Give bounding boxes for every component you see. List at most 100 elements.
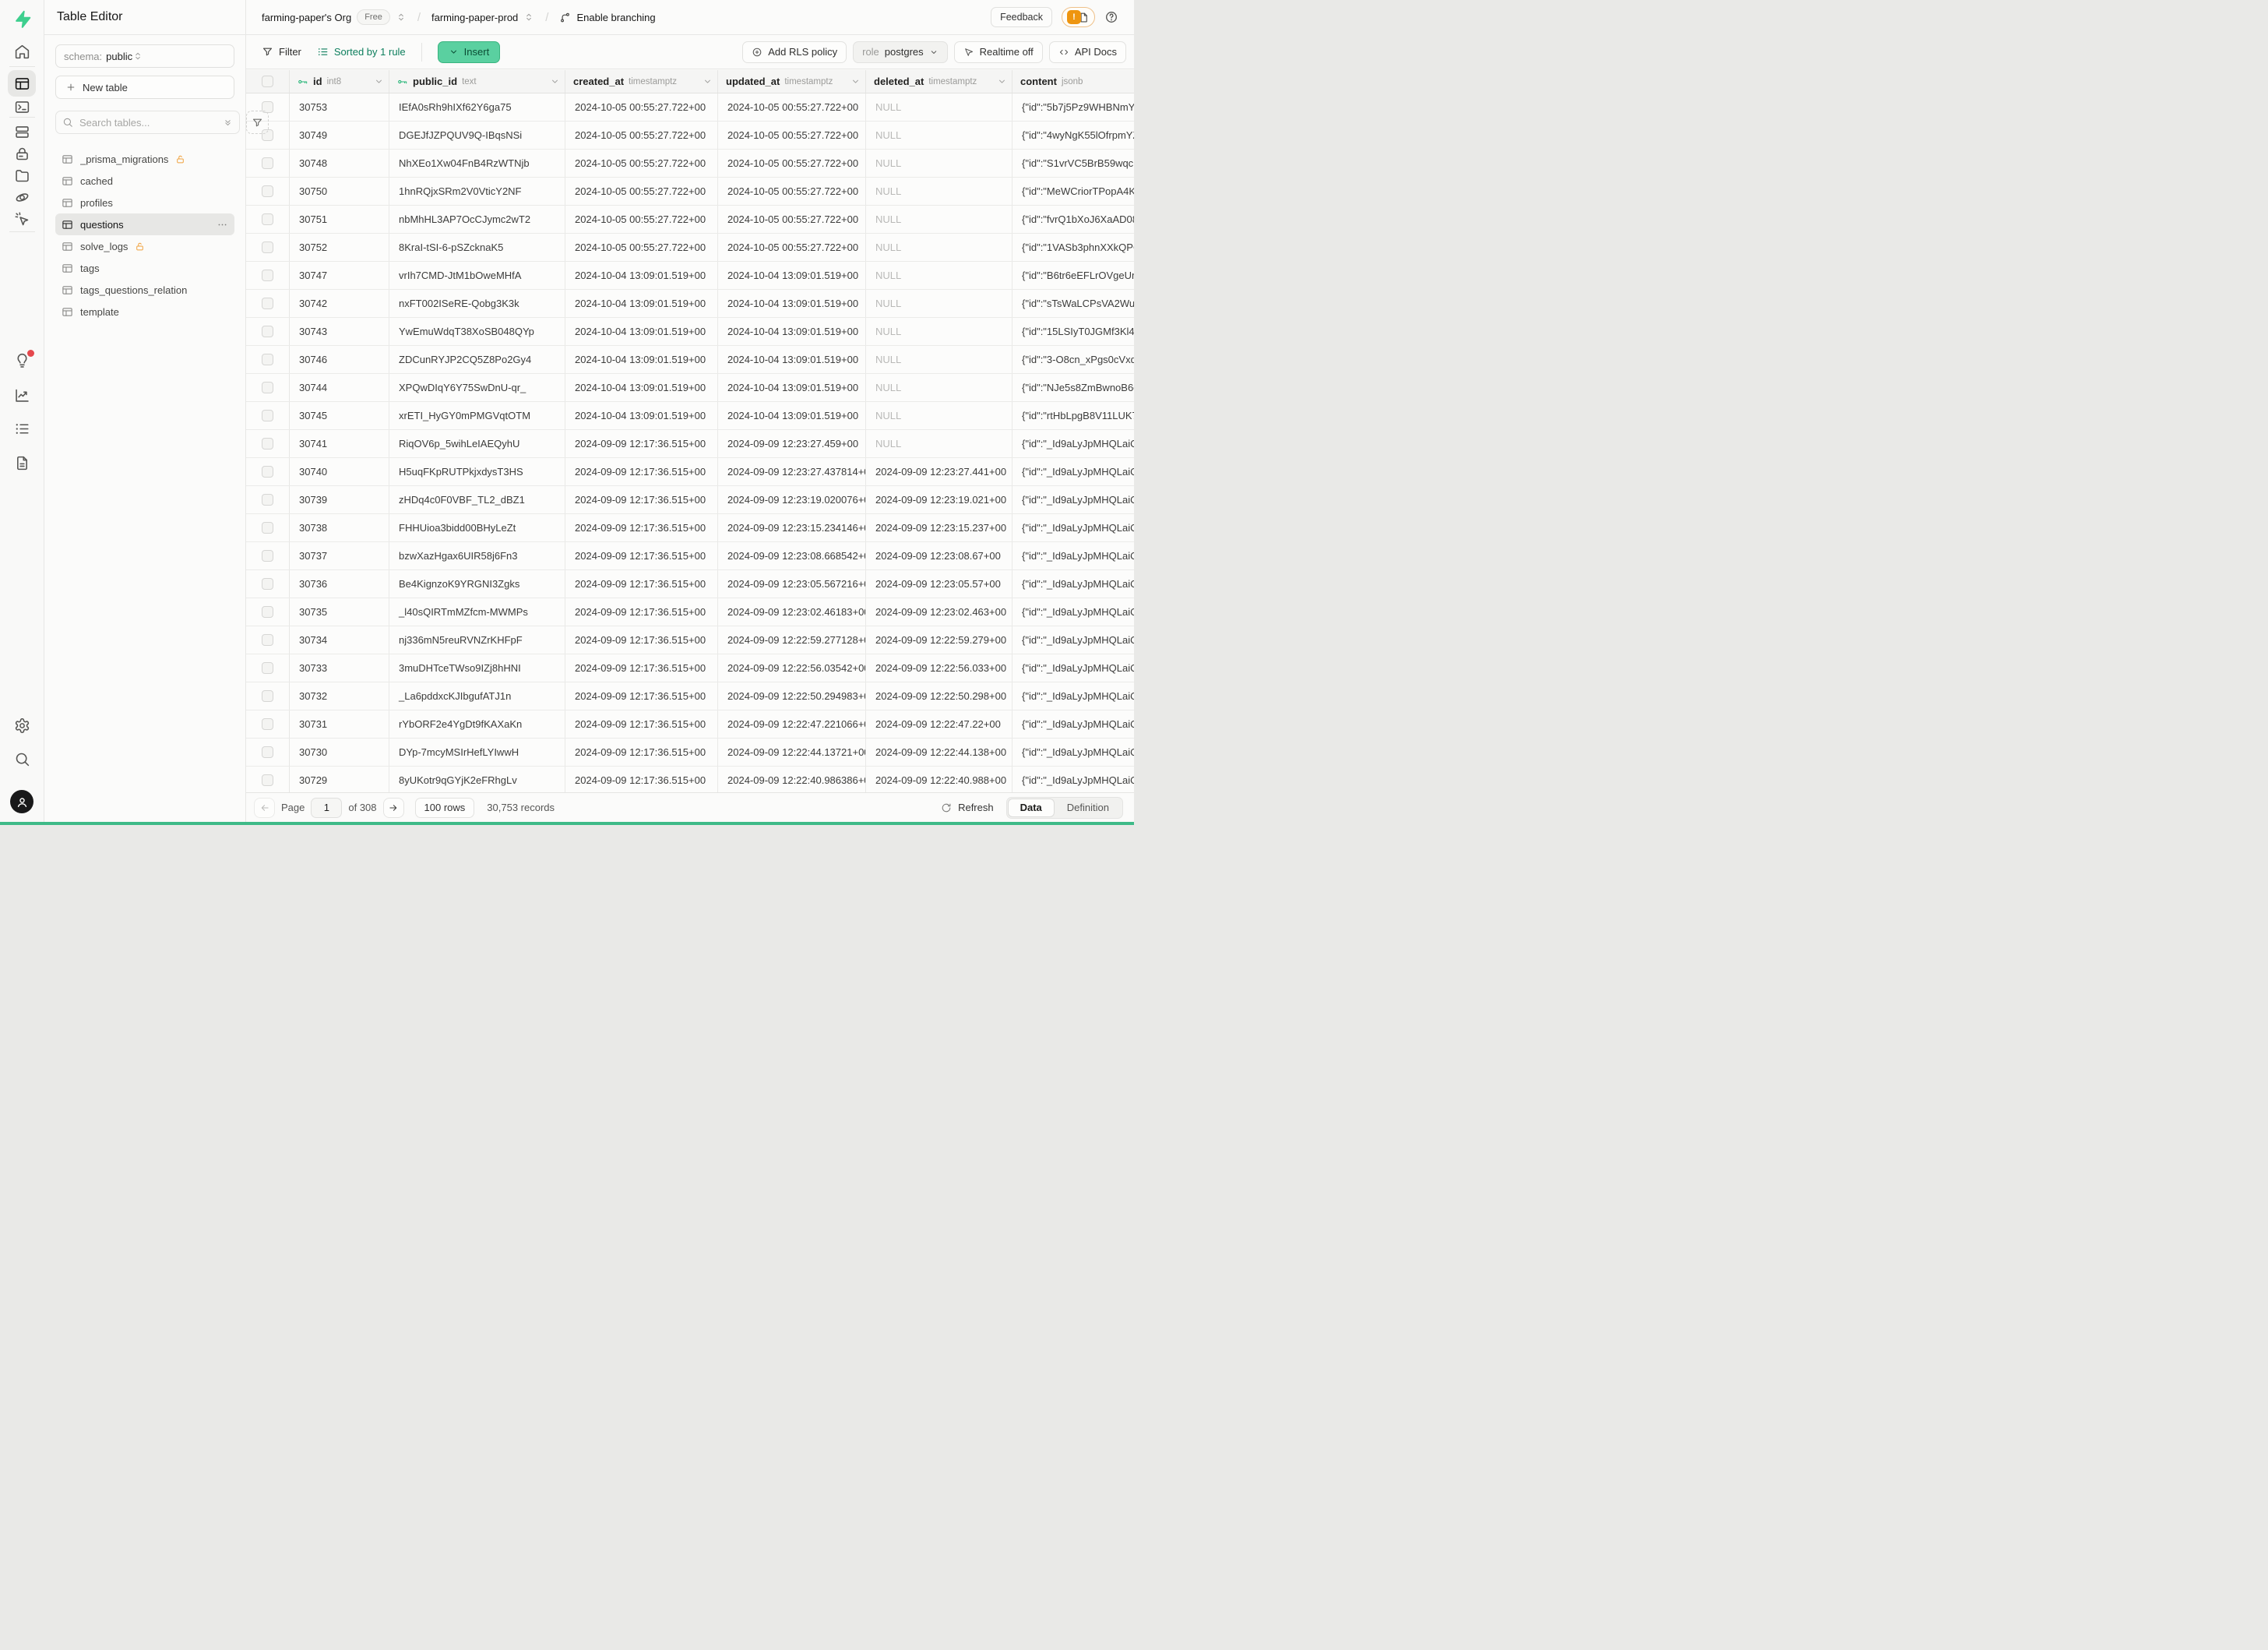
cell-updated_at[interactable]: 2024-10-05 00:55:27.722+00 — [718, 93, 866, 121]
row-checkbox[interactable] — [262, 185, 273, 197]
cell-content[interactable]: {"id":"fvrQ1bXoJ6XaAD08G — [1012, 206, 1134, 233]
cell-public_id[interactable]: FHHUioa3bidd00BHyLeZt — [389, 514, 565, 541]
cell-public_id[interactable]: 3muDHTceTWso9IZj8hHNI — [389, 654, 565, 682]
column-header-deleted_at[interactable]: deleted_attimestamptz — [866, 70, 1012, 93]
cell-content[interactable]: {"id":"_Id9aLyJpMHQLaiQC — [1012, 739, 1134, 766]
cell-public_id[interactable]: _l40sQIRTmMZfcm-MWMPs — [389, 598, 565, 626]
cell-created_at[interactable]: 2024-09-09 12:17:36.515+00 — [565, 598, 718, 626]
cell-content[interactable]: {"id":"_Id9aLyJpMHQLaiQC — [1012, 598, 1134, 626]
cell-deleted_at[interactable]: NULL — [866, 374, 1012, 401]
cell-public_id[interactable]: nbMhHL3AP7OcCJymc2wT2 — [389, 206, 565, 233]
cell-deleted_at[interactable]: 2024-09-09 12:22:56.033+00 — [866, 654, 1012, 682]
cell-updated_at[interactable]: 2024-10-04 13:09:01.519+00 — [718, 374, 866, 401]
cell-created_at[interactable]: 2024-10-04 13:09:01.519+00 — [565, 290, 718, 317]
cell-content[interactable]: {"id":"_Id9aLyJpMHQLaiQC — [1012, 542, 1134, 569]
nav-logs[interactable] — [11, 418, 33, 439]
feedback-button[interactable]: Feedback — [991, 7, 1052, 27]
cell-created_at[interactable]: 2024-10-04 13:09:01.519+00 — [565, 262, 718, 289]
cell-updated_at[interactable]: 2024-09-09 12:22:47.221066+00 — [718, 710, 866, 738]
row-checkbox[interactable] — [262, 578, 273, 590]
nav-sql-editor[interactable] — [11, 97, 33, 117]
cell-public_id[interactable]: nj336mN5reuRVNZrKHFpF — [389, 626, 565, 654]
nav-settings[interactable] — [11, 715, 33, 735]
cell-created_at[interactable]: 2024-10-04 13:09:01.519+00 — [565, 374, 718, 401]
cell-public_id[interactable]: DYp-7mcyMSIrHefLYIwwH — [389, 739, 565, 766]
cell-created_at[interactable]: 2024-10-04 13:09:01.519+00 — [565, 318, 718, 345]
cell-created_at[interactable]: 2024-09-09 12:17:36.515+00 — [565, 486, 718, 513]
cell-id[interactable]: 30739 — [290, 486, 389, 513]
cell-content[interactable]: {"id":"5b7j5Pz9WHBNmY_A — [1012, 93, 1134, 121]
column-header-id[interactable]: idint8 — [290, 70, 389, 93]
cell-deleted_at[interactable]: NULL — [866, 150, 1012, 177]
row-checkbox[interactable] — [262, 354, 273, 365]
sidebar-table-item[interactable]: solve_logs — [55, 235, 234, 257]
cell-content[interactable]: {"id":"1VASb3phnXXkQPCpv — [1012, 234, 1134, 261]
cell-id[interactable]: 30731 — [290, 710, 389, 738]
cell-public_id[interactable]: rYbORF2e4YgDt9fKAXaKn — [389, 710, 565, 738]
cell-created_at[interactable]: 2024-10-05 00:55:27.722+00 — [565, 178, 718, 205]
cell-content[interactable]: {"id":"_Id9aLyJpMHQLaiQC — [1012, 654, 1134, 682]
row-checkbox[interactable] — [262, 410, 273, 421]
cell-created_at[interactable]: 2024-09-09 12:17:36.515+00 — [565, 739, 718, 766]
cell-created_at[interactable]: 2024-09-09 12:17:36.515+00 — [565, 626, 718, 654]
cell-content[interactable]: {"id":"_Id9aLyJpMHQLaiQC — [1012, 430, 1134, 457]
nav-home[interactable] — [11, 41, 33, 62]
nav-reports[interactable] — [11, 385, 33, 405]
row-checkbox[interactable] — [262, 718, 273, 730]
cell-created_at[interactable]: 2024-10-05 00:55:27.722+00 — [565, 150, 718, 177]
cell-id[interactable]: 30732 — [290, 682, 389, 710]
cell-updated_at[interactable]: 2024-10-05 00:55:27.722+00 — [718, 150, 866, 177]
cell-updated_at[interactable]: 2024-09-09 12:23:15.234146+00 — [718, 514, 866, 541]
cell-updated_at[interactable]: 2024-10-04 13:09:01.519+00 — [718, 402, 866, 429]
nav-storage[interactable] — [11, 165, 33, 185]
cell-public_id[interactable]: _La6pddxcKJIbgufATJ1n — [389, 682, 565, 710]
cell-id[interactable]: 30746 — [290, 346, 389, 373]
nav-account[interactable] — [10, 790, 33, 813]
cell-deleted_at[interactable]: NULL — [866, 290, 1012, 317]
cell-id[interactable]: 30733 — [290, 654, 389, 682]
cell-deleted_at[interactable]: NULL — [866, 206, 1012, 233]
row-checkbox[interactable] — [262, 270, 273, 281]
cell-id[interactable]: 30741 — [290, 430, 389, 457]
cell-public_id[interactable]: YwEmuWdqT38XoSB048QYp — [389, 318, 565, 345]
tab-definition[interactable]: Definition — [1055, 799, 1122, 817]
cell-id[interactable]: 30752 — [290, 234, 389, 261]
rows-per-page-button[interactable]: 100 rows — [415, 798, 475, 818]
nav-advisors[interactable] — [11, 351, 33, 371]
row-checkbox[interactable] — [262, 606, 273, 618]
cell-id[interactable]: 30735 — [290, 598, 389, 626]
nav-api-docs[interactable] — [11, 453, 33, 473]
cell-deleted_at[interactable]: NULL — [866, 318, 1012, 345]
cell-created_at[interactable]: 2024-09-09 12:17:36.515+00 — [565, 682, 718, 710]
cell-updated_at[interactable]: 2024-09-09 12:22:40.986386+00 — [718, 767, 866, 792]
cell-id[interactable]: 30736 — [290, 570, 389, 598]
insert-button[interactable]: Insert — [438, 41, 501, 63]
cell-created_at[interactable]: 2024-10-05 00:55:27.722+00 — [565, 206, 718, 233]
row-checkbox[interactable] — [262, 157, 273, 169]
sidebar-table-item[interactable]: tags_questions_relation — [55, 279, 234, 301]
row-checkbox[interactable] — [262, 494, 273, 506]
cell-deleted_at[interactable]: 2024-09-09 12:22:59.279+00 — [866, 626, 1012, 654]
cell-content[interactable]: {"id":"MeWCriorTPopA4Kc9 — [1012, 178, 1134, 205]
cell-id[interactable]: 30737 — [290, 542, 389, 569]
enable-branching-button[interactable]: Enable branching — [559, 12, 655, 23]
cell-created_at[interactable]: 2024-09-09 12:17:36.515+00 — [565, 430, 718, 457]
cell-created_at[interactable]: 2024-09-09 12:17:36.515+00 — [565, 458, 718, 485]
cell-content[interactable]: {"id":"_Id9aLyJpMHQLaiQC — [1012, 458, 1134, 485]
refresh-button[interactable]: Refresh — [941, 802, 994, 813]
cell-deleted_at[interactable]: 2024-09-09 12:23:15.237+00 — [866, 514, 1012, 541]
cell-id[interactable]: 30753 — [290, 93, 389, 121]
cell-updated_at[interactable]: 2024-09-09 12:23:19.020076+00 — [718, 486, 866, 513]
cell-content[interactable]: {"id":"NJe5s8ZmBwnoB6e3 — [1012, 374, 1134, 401]
supabase-logo-icon[interactable] — [12, 9, 32, 29]
cell-public_id[interactable]: IEfA0sRh9hIXf62Y6ga75 — [389, 93, 565, 121]
sidebar-table-item[interactable]: profiles — [55, 192, 234, 213]
cell-id[interactable]: 30744 — [290, 374, 389, 401]
cell-updated_at[interactable]: 2024-09-09 12:22:59.277128+00 — [718, 626, 866, 654]
column-header-public_id[interactable]: public_idtext — [389, 70, 565, 93]
cell-public_id[interactable]: nxFT002ISeRE-Qobg3K3k — [389, 290, 565, 317]
realtime-toggle-button[interactable]: Realtime off — [954, 41, 1043, 63]
breadcrumb-org[interactable]: farming-paper's Org Free — [262, 9, 407, 25]
cell-id[interactable]: 30751 — [290, 206, 389, 233]
nav-authentication[interactable] — [11, 143, 33, 164]
